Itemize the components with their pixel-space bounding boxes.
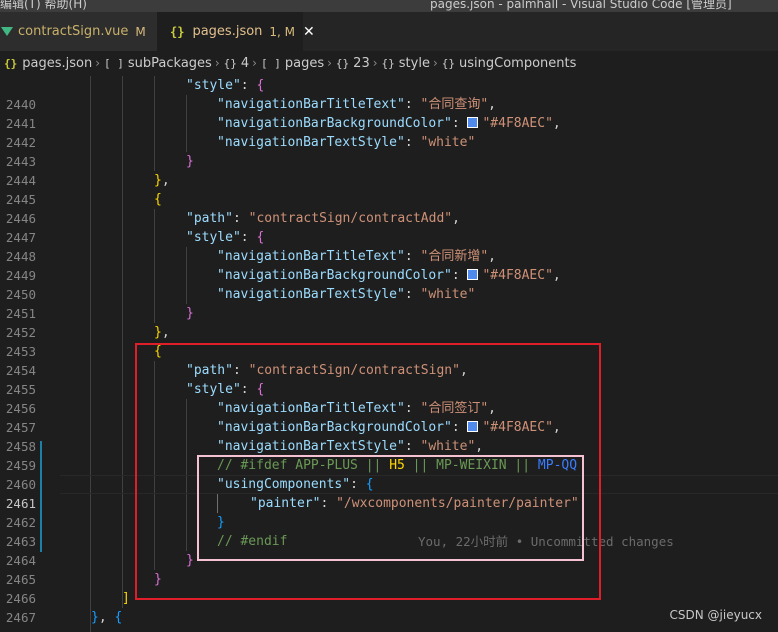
json-braces-icon: {} (4, 56, 18, 70)
tab-pages-json[interactable]: {} pages.json 1, M ✕ (157, 12, 315, 51)
color-swatch-icon[interactable] (467, 117, 479, 128)
highlight-box-pink (197, 455, 584, 561)
code-line: 2468 }, { (0, 608, 778, 632)
chevron-right-icon: › (372, 56, 378, 70)
modified-badge: M (135, 24, 146, 39)
array-icon: [ ] (104, 56, 124, 70)
window-title: pages.json - palmhall - Visual Studio Co… (430, 0, 732, 11)
breadcrumb-item-file[interactable]: {} pages.json (0, 56, 92, 71)
code-line: 2445 }, (0, 171, 778, 207)
breadcrumb-item-style[interactable]: {} style (382, 56, 430, 71)
chevron-right-icon: › (95, 56, 101, 70)
chevron-right-icon: › (252, 56, 257, 70)
tab-bar: contractSign.vue M {} pages.json 1, M ✕ (0, 12, 778, 51)
code-line: 2452 } (0, 304, 778, 340)
tab-contractsign-vue[interactable]: contractSign.vue M (0, 12, 157, 51)
breadcrumb-item-pages[interactable]: [ ] pages (261, 56, 324, 71)
object-icon: {} (381, 56, 395, 70)
tab-label: contractSign.vue (18, 24, 129, 39)
color-swatch-icon[interactable] (467, 269, 479, 280)
menu-fragment[interactable]: 编辑(T) 帮助(H) (0, 0, 87, 12)
object-icon: {} (441, 56, 456, 70)
chevron-right-icon: › (432, 56, 438, 70)
breadcrumb-item-index-4[interactable]: {} 4 (224, 56, 250, 71)
code-line: 2442 "navigationBarBackgroundColor": "#4… (0, 114, 778, 150)
modified-badge: 1, M (269, 24, 296, 39)
code-editor[interactable]: 2440 "style": { 2441 "navigationBarTitle… (0, 76, 778, 632)
code-line: 2451 "navigationBarTextStyle": "white" (0, 285, 778, 321)
code-line: 2453 }, (0, 323, 778, 359)
watermark: CSDN @jieyucx (669, 608, 762, 622)
vue-icon (1, 27, 13, 36)
code-line: 2441 "navigationBarTitleText": "合同查询", (0, 95, 778, 131)
code-line: 2446 { (0, 190, 778, 226)
object-icon: {} (223, 56, 237, 70)
code-line: 2440 "style": { (0, 76, 778, 112)
code-line: 2443 "navigationBarTextStyle": "white" (0, 133, 778, 169)
breadcrumb: {} pages.json › [ ] subPackages › {} 4 › [ … (0, 51, 778, 75)
code-line: 2444 } (0, 152, 778, 188)
chevron-right-icon: › (327, 56, 332, 70)
code-line: 2447 "path": "contractSign/contractAdd", (0, 209, 778, 245)
code-line: 2449 "navigationBarTitleText": "合同新增", (0, 247, 778, 283)
line-number: 2468 (0, 627, 36, 632)
close-icon[interactable]: ✕ (303, 24, 315, 40)
json-braces-icon: {} (170, 24, 185, 39)
tab-label: pages.json (192, 24, 263, 39)
array-icon: [ ] (260, 56, 281, 70)
chevron-right-icon: › (214, 56, 220, 70)
title-bar: 编辑(T) 帮助(H) pages.json - palmhall - Visu… (0, 0, 778, 12)
breadcrumb-item-subpackages[interactable]: [ ] subPackages (104, 56, 212, 71)
code-line: 2450 "navigationBarBackgroundColor": "#4… (0, 266, 778, 302)
object-icon: {} (335, 56, 350, 70)
breadcrumb-item-usingcomponents[interactable]: {} usingComponents (442, 56, 577, 71)
breadcrumb-item-index-23[interactable]: {} 23 (336, 56, 370, 71)
code-line: 2448 "style": { (0, 228, 778, 264)
